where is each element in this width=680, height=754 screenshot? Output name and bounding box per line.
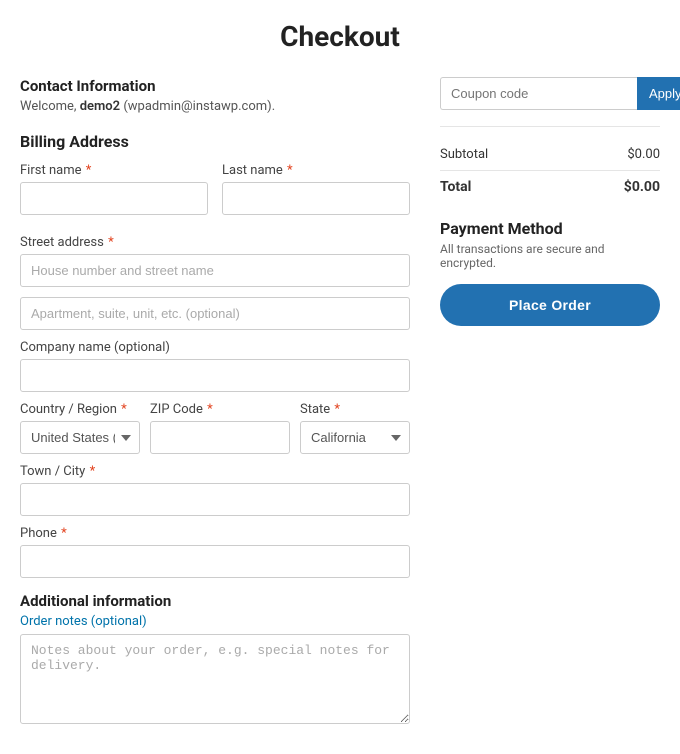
apply-coupon-button[interactable]: Apply Coupon	[637, 77, 680, 110]
order-notes-label: Order notes (optional)	[20, 614, 410, 629]
place-order-button[interactable]: Place Order	[440, 284, 660, 326]
payment-section: Payment Method All transactions are secu…	[440, 219, 660, 326]
username: demo2	[80, 99, 120, 114]
required-star: *	[118, 402, 127, 417]
payment-description: All transactions are secure and encrypte…	[440, 242, 660, 270]
required-star: *	[204, 402, 213, 417]
total-row: Total $0.00	[440, 171, 660, 203]
country-select[interactable]: United States (...	[20, 421, 140, 454]
subtotal-row: Subtotal $0.00	[440, 139, 660, 171]
first-name-group: First name *	[20, 163, 208, 215]
company-name-input[interactable]	[20, 359, 410, 392]
billing-section-title: Billing Address	[20, 132, 410, 151]
required-star: *	[331, 402, 340, 417]
first-name-input[interactable]	[20, 182, 208, 215]
country-zip-state-row: Country / Region * United States (... ZI…	[20, 402, 410, 454]
contact-info-section: Contact Information Welcome, demo2 (wpad…	[20, 77, 410, 114]
additional-section: Additional information Order notes (opti…	[20, 592, 410, 724]
town-group: Town / City *	[20, 464, 410, 516]
name-row: First name * Last name *	[20, 163, 410, 225]
required-star: *	[86, 464, 95, 479]
right-column: Apply Coupon Subtotal $0.00 Total $0.00 …	[440, 77, 660, 342]
phone-input[interactable]	[20, 545, 410, 578]
required-star: *	[284, 163, 293, 178]
order-summary: Subtotal $0.00 Total $0.00	[440, 126, 660, 203]
subtotal-value: $0.00	[627, 147, 660, 162]
first-name-label: First name *	[20, 163, 208, 178]
payment-title: Payment Method	[440, 219, 660, 238]
zip-input[interactable]	[150, 421, 290, 454]
coupon-row: Apply Coupon	[440, 77, 660, 110]
required-star: *	[58, 526, 67, 541]
required-star: *	[105, 235, 114, 250]
additional-section-title: Additional information	[20, 592, 410, 610]
contact-welcome: Welcome, demo2 (wpadmin@instawp.com).	[20, 99, 410, 114]
welcome-text: Welcome,	[20, 99, 76, 114]
total-label: Total	[440, 179, 471, 195]
page-title: Checkout	[20, 20, 660, 53]
phone-group: Phone *	[20, 526, 410, 578]
subtotal-label: Subtotal	[440, 147, 488, 162]
town-input[interactable]	[20, 483, 410, 516]
apartment-input[interactable]	[20, 297, 410, 330]
required-star: *	[82, 163, 91, 178]
state-label: State *	[300, 402, 410, 417]
state-select[interactable]: California	[300, 421, 410, 454]
company-name-group: Company name (optional)	[20, 340, 410, 392]
country-label: Country / Region *	[20, 402, 140, 417]
country-group: Country / Region * United States (...	[20, 402, 140, 454]
last-name-input[interactable]	[222, 182, 410, 215]
user-email: wpadmin@instawp.com	[128, 99, 267, 114]
total-value: $0.00	[624, 179, 660, 195]
town-label: Town / City *	[20, 464, 410, 479]
order-notes-textarea[interactable]	[20, 634, 410, 724]
apartment-group	[20, 297, 410, 330]
company-name-label: Company name (optional)	[20, 340, 410, 355]
left-column: Contact Information Welcome, demo2 (wpad…	[20, 77, 410, 734]
contact-section-title: Contact Information	[20, 77, 410, 95]
state-group: State * California	[300, 402, 410, 454]
coupon-input[interactable]	[440, 77, 637, 110]
billing-section: Billing Address First name * Last name *	[20, 132, 410, 578]
street-address-group: Street address *	[20, 235, 410, 287]
zip-group: ZIP Code *	[150, 402, 290, 454]
last-name-label: Last name *	[222, 163, 410, 178]
last-name-group: Last name *	[222, 163, 410, 215]
order-notes-group	[20, 634, 410, 724]
street-address-input[interactable]	[20, 254, 410, 287]
phone-label: Phone *	[20, 526, 410, 541]
zip-label: ZIP Code *	[150, 402, 290, 417]
street-address-label: Street address *	[20, 235, 410, 250]
